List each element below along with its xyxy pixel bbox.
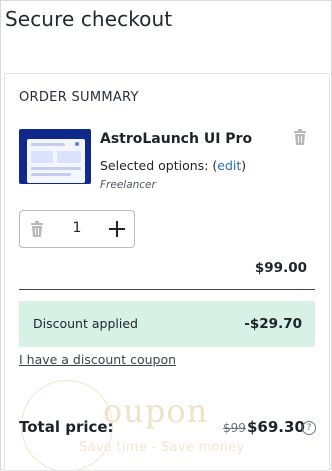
order-summary-heading: ORDER SUMMARY: [19, 90, 139, 105]
trash-icon: [31, 221, 43, 237]
discount-coupon-link[interactable]: I have a discount coupon: [19, 352, 176, 367]
watermark-tagline: Save time - Save money: [79, 440, 245, 455]
question-icon[interactable]: ?: [302, 421, 316, 435]
coupon-watermark: oupon Save time - Save money: [5, 362, 329, 470]
quantity-stepper: 1: [19, 210, 135, 248]
watermark-word: oupon: [103, 392, 209, 430]
remove-item-button[interactable]: [293, 129, 307, 145]
order-summary-card: ORDER SUMMARY AstroLaunch UI Pro Selecte…: [4, 73, 330, 471]
options-suffix: ): [241, 158, 247, 173]
discount-banner: Discount applied -$29.70: [19, 301, 315, 347]
discount-amount: -$29.70: [244, 316, 302, 332]
quantity-value[interactable]: 1: [70, 220, 84, 236]
options-prefix: Selected options: (: [100, 158, 218, 173]
selected-options: Selected options: (edit): [100, 158, 246, 173]
total-label: Total price:: [19, 418, 114, 436]
license-type: Freelancer: [100, 179, 156, 191]
product-title: AstroLaunch UI Pro: [100, 131, 253, 147]
discount-label: Discount applied: [33, 316, 138, 331]
total-old-price: $99: [223, 421, 246, 435]
quantity-remove-button[interactable]: [30, 221, 44, 237]
trash-icon: [294, 129, 306, 145]
plus-icon: [109, 221, 125, 237]
total-new-price: $69.30: [247, 418, 305, 436]
quantity-increase-button[interactable]: [108, 220, 126, 238]
summary-divider: [19, 289, 315, 290]
checkout-window: Secure checkout ORDER SUMMARY AstroLaunc…: [0, 0, 332, 471]
page-title: Secure checkout: [5, 7, 173, 31]
thumbnail-screen: [27, 139, 85, 183]
subtotal-price: $99.00: [254, 260, 307, 276]
product-thumbnail: [19, 129, 91, 184]
edit-options-link[interactable]: edit: [217, 158, 241, 173]
